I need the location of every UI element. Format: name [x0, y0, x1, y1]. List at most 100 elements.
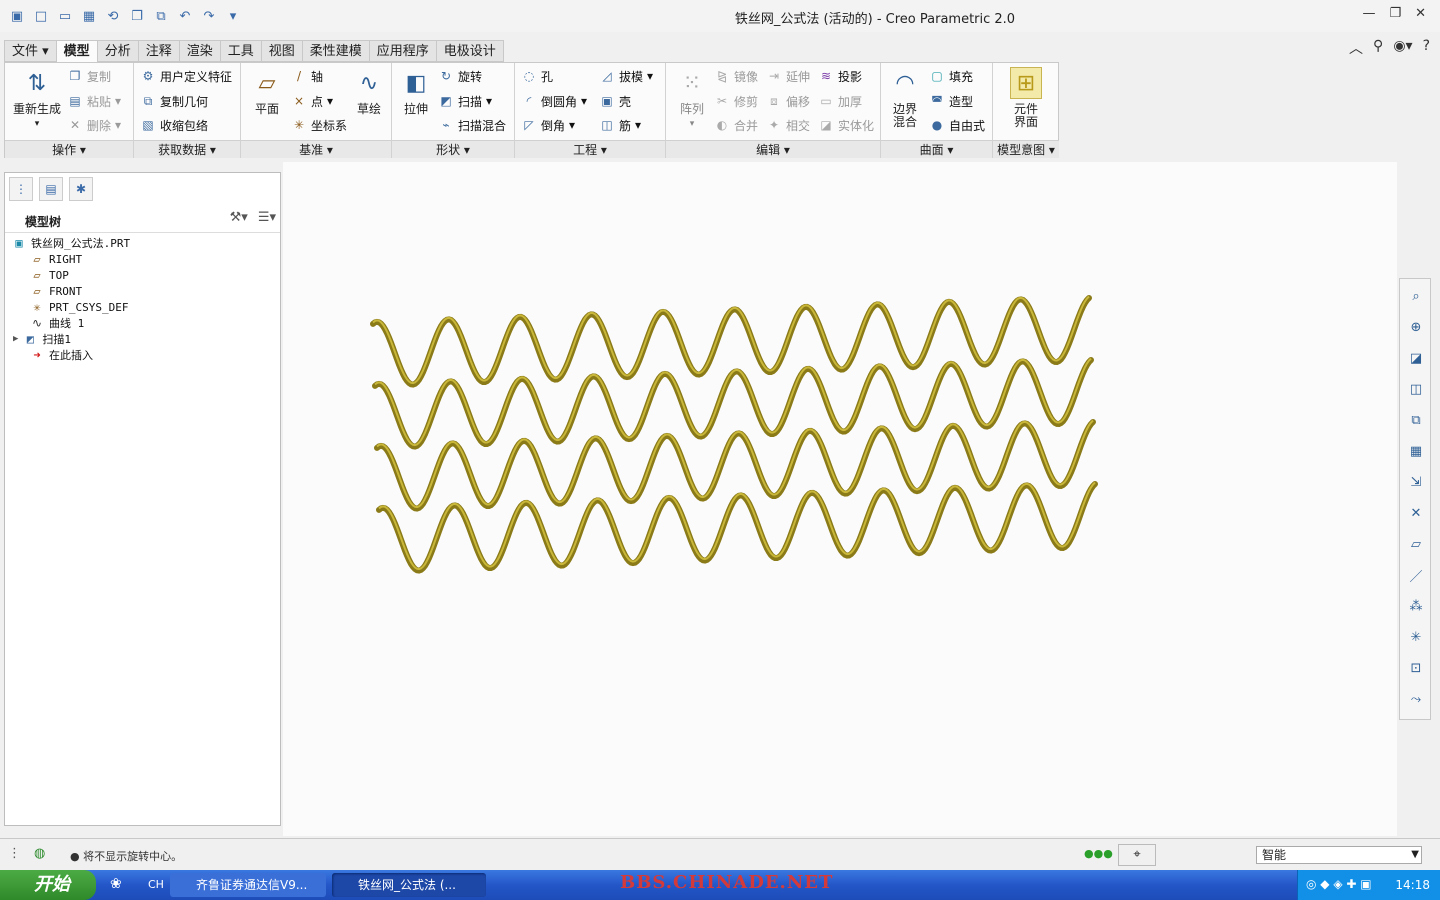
- merge-button[interactable]: ◐ 合并: [714, 115, 758, 135]
- tab-favorites[interactable]: ✱: [69, 177, 93, 201]
- zoom-in-icon[interactable]: ⊕: [1403, 314, 1429, 340]
- tab-model[interactable]: 模型: [55, 40, 97, 63]
- search-icon[interactable]: ⚲: [1373, 38, 1383, 58]
- refit-icon[interactable]: ⌕: [1403, 283, 1429, 309]
- spin-center-icon[interactable]: ⇲: [1403, 469, 1429, 495]
- tab-tools[interactable]: 工具: [219, 40, 261, 62]
- close-icon[interactable]: ✕: [1415, 6, 1426, 21]
- regenerate-button[interactable]: ⇅ 重新生成 ▾: [9, 67, 65, 131]
- taskbar-app-creo[interactable]: 铁丝网_公式法 (...: [332, 873, 486, 897]
- tab-view[interactable]: 视图: [260, 40, 302, 62]
- solidify-button[interactable]: ◪ 实体化: [818, 115, 874, 135]
- style-button[interactable]: ◚ 造型: [929, 91, 973, 111]
- fill-button[interactable]: ▢ 填充: [929, 66, 973, 86]
- intersect-button[interactable]: ✦ 相交: [766, 115, 810, 135]
- display-style-icon[interactable]: ▦: [1403, 438, 1429, 464]
- sketch-button[interactable]: ∿ 草绘: [345, 67, 393, 116]
- point-button[interactable]: × 点 ▾: [291, 91, 333, 111]
- group-label-surfaces[interactable]: 曲面 ▾: [881, 140, 992, 158]
- delete-button[interactable]: ✕ 删除 ▾: [67, 115, 121, 135]
- mirror-button[interactable]: ⧎ 镜像: [714, 66, 758, 86]
- revolve-button[interactable]: ↻ 旋转: [438, 66, 482, 86]
- group-label-engineering[interactable]: 工程 ▾: [515, 140, 665, 158]
- hole-button[interactable]: ◌ 孔: [521, 66, 553, 86]
- taskbar-app-stock[interactable]: 齐鲁证券通达信V9...: [170, 873, 326, 897]
- tree-item-front[interactable]: ▱ FRONT: [29, 283, 82, 299]
- offset-button[interactable]: ⧈ 偏移: [766, 91, 810, 111]
- freestyle-button[interactable]: ● 自由式: [929, 115, 985, 135]
- tab-model-tree[interactable]: ⋮: [9, 177, 33, 201]
- start-button[interactable]: 开始: [0, 870, 96, 900]
- help-icon[interactable]: ?: [1423, 38, 1430, 58]
- tab-analysis[interactable]: 分析: [96, 40, 138, 62]
- tab-flexible[interactable]: 柔性建模: [301, 40, 369, 62]
- tree-item-insert-here[interactable]: ➜ 在此插入: [29, 347, 93, 363]
- tab-render[interactable]: 渲染: [178, 40, 220, 62]
- csys-display-icon[interactable]: ✳: [1403, 624, 1429, 650]
- group-label-shapes[interactable]: 形状 ▾: [392, 140, 514, 158]
- point-display-icon[interactable]: ⁂: [1403, 593, 1429, 619]
- community-icon[interactable]: ◉▾: [1393, 38, 1412, 58]
- find-icon[interactable]: ⌖: [1118, 844, 1156, 866]
- project-button[interactable]: ≋ 投影: [818, 66, 862, 86]
- group-label-getdata[interactable]: 获取数据 ▾: [134, 140, 240, 158]
- group-label-datum[interactable]: 基准 ▾: [241, 140, 391, 158]
- csys-button[interactable]: ✳ 坐标系: [291, 115, 347, 135]
- paste-button[interactable]: ▤ 粘贴 ▾: [67, 91, 121, 111]
- graphics-window[interactable]: [283, 162, 1397, 836]
- tree-item-part[interactable]: ▣ 铁丝网_公式法.PRT: [11, 235, 130, 251]
- rib-button[interactable]: ◫ 筋 ▾: [599, 115, 641, 135]
- wire-4[interactable]: [376, 481, 1098, 574]
- copy-button[interactable]: ❐ 复制: [67, 66, 111, 86]
- group-label-editing[interactable]: 编辑 ▾: [666, 140, 880, 158]
- minimize-icon[interactable]: —: [1362, 6, 1375, 21]
- chamfer-button[interactable]: ◸ 倒角 ▾: [521, 115, 575, 135]
- shell-button[interactable]: ▣ 壳: [599, 91, 631, 111]
- repaint-icon[interactable]: ◫: [1403, 376, 1429, 402]
- quicklaunch-icon[interactable]: ❀: [110, 876, 122, 892]
- pattern-button[interactable]: ⁙ 阵列 ▾: [668, 67, 716, 131]
- tree-item-sweep[interactable]: ▶ ◩ 扫描1: [13, 331, 71, 347]
- swept-blend-button[interactable]: ⌁ 扫描混合: [438, 115, 506, 135]
- collapse-ribbon-icon[interactable]: ︿: [1349, 38, 1363, 58]
- tree-item-top[interactable]: ▱ TOP: [29, 267, 69, 283]
- tree-item-curve[interactable]: ∿ 曲线 1: [29, 315, 84, 331]
- extrude-button[interactable]: ◧ 拉伸: [392, 67, 440, 116]
- language-indicator[interactable]: CH: [148, 878, 164, 891]
- sweep-button[interactable]: ◩ 扫描 ▾: [438, 91, 492, 111]
- udf-button[interactable]: ⚙ 用户定义特征: [140, 66, 232, 86]
- draft-button[interactable]: ◿ 拔模 ▾: [599, 66, 653, 86]
- restore-icon[interactable]: ❐: [1389, 6, 1401, 21]
- copy-geometry-button[interactable]: ⧉ 复制几何: [140, 91, 208, 111]
- shrinkwrap-button[interactable]: ▧ 收缩包络: [140, 115, 208, 135]
- extend-button[interactable]: ⇥ 延伸: [766, 66, 810, 86]
- axis-button[interactable]: / 轴: [291, 66, 323, 86]
- plane-display-icon[interactable]: ▱: [1403, 531, 1429, 557]
- datum-display-icon[interactable]: ✕: [1403, 500, 1429, 526]
- wire-mesh-model[interactable]: [283, 162, 1397, 836]
- tab-folder-browser[interactable]: ▤: [39, 177, 63, 201]
- tab-file[interactable]: 文件 ▾: [4, 40, 56, 62]
- expand-icon[interactable]: ▶: [13, 334, 18, 344]
- component-interface-button[interactable]: ⊞ 元件 界面: [1002, 67, 1050, 129]
- boundary-blend-button[interactable]: ◠ 边界 混合: [881, 67, 929, 129]
- plane-button[interactable]: ▱ 平面: [243, 67, 291, 116]
- browser-toggle-icon[interactable]: ◍: [34, 846, 45, 861]
- round-button[interactable]: ◜ 倒圆角 ▾: [521, 91, 587, 111]
- tree-item-csys[interactable]: ✳ PRT_CSYS_DEF: [29, 299, 128, 315]
- tree-columns-icon[interactable]: ☰▾: [258, 210, 276, 225]
- tab-applications[interactable]: 应用程序: [368, 40, 436, 62]
- group-label-operations[interactable]: 操作 ▾: [5, 140, 133, 158]
- annotation-display-icon[interactable]: ⊡: [1403, 655, 1429, 681]
- tree-item-right[interactable]: ▱ RIGHT: [29, 251, 82, 267]
- thicken-button[interactable]: ▭ 加厚: [818, 91, 862, 111]
- saved-views-icon[interactable]: ⧉: [1403, 407, 1429, 433]
- tree-toggle-icon[interactable]: ⋮: [8, 846, 21, 861]
- tree-settings-icon[interactable]: ⚒▾: [230, 210, 248, 225]
- selection-filter[interactable]: 智能 ▼: [1256, 846, 1422, 864]
- trim-button[interactable]: ✂ 修剪: [714, 91, 758, 111]
- axis-display-icon[interactable]: ／: [1403, 562, 1429, 588]
- zoom-out-icon[interactable]: ◪: [1403, 345, 1429, 371]
- spin-display-icon[interactable]: ⤳: [1403, 686, 1429, 712]
- tray-icons[interactable]: ◎ ◆ ◈ ✚ ▣: [1306, 877, 1372, 891]
